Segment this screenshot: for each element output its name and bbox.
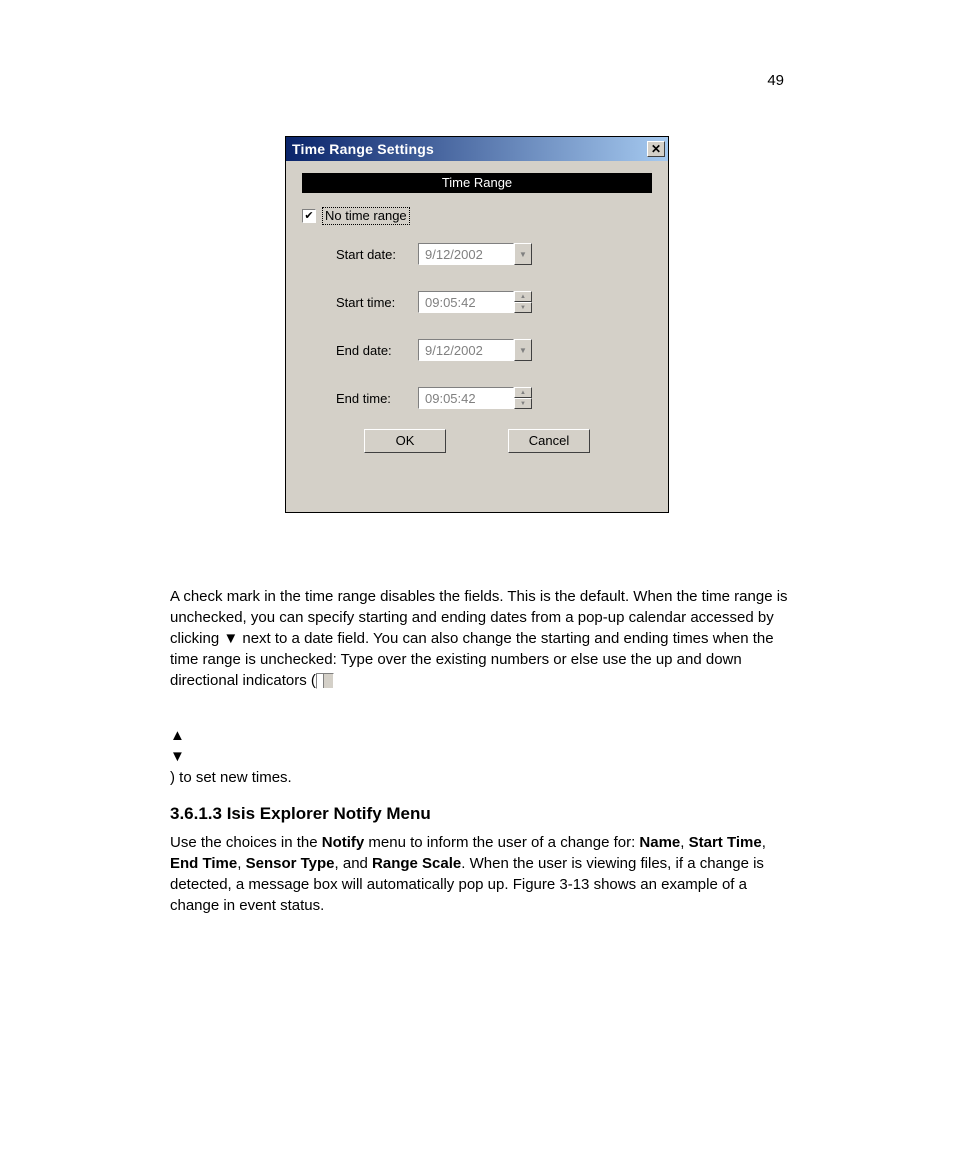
bold-end-time: End Time — [170, 855, 237, 872]
cancel-button[interactable]: Cancel — [508, 429, 590, 453]
paragraph-time-range: A check mark in the time range disables … — [170, 586, 790, 691]
start-date-label: Start date: — [336, 247, 418, 262]
titlebar-text: Time Range Settings — [292, 141, 434, 157]
start-time-field[interactable]: 09:05:42 — [418, 291, 514, 313]
spinner-up-icon[interactable]: ▲ — [514, 387, 532, 398]
paragraph-notify: Use the choices in the Notify menu to in… — [170, 832, 790, 916]
end-date-label: End date: — [336, 343, 418, 358]
text: menu to inform the user of a change for: — [364, 834, 639, 851]
section-heading: 3.6.1.3 Isis Explorer Notify Menu — [170, 803, 790, 824]
no-time-range-checkbox[interactable]: ✔ — [302, 209, 316, 223]
text: ) to set new times. — [170, 769, 292, 786]
text: , — [680, 834, 688, 851]
page-number: 49 — [767, 72, 784, 89]
text: A check mark in the time range disables … — [170, 588, 788, 689]
bold-sensor-type: Sensor Type — [246, 855, 335, 872]
spinner-inline-icon — [316, 673, 334, 689]
ok-button[interactable]: OK — [364, 429, 446, 453]
section-header: Time Range — [302, 173, 652, 193]
chevron-down-icon[interactable]: ▼ — [514, 243, 532, 265]
document-body: A check mark in the time range disables … — [170, 586, 790, 916]
bold-notify: Notify — [322, 834, 365, 851]
end-time-field[interactable]: 09:05:42 — [418, 387, 514, 409]
bold-start-time: Start Time — [689, 834, 762, 851]
chevron-down-icon[interactable]: ▼ — [514, 339, 532, 361]
no-time-range-label: No time range — [322, 207, 410, 225]
text: Use the choices in the — [170, 834, 322, 851]
spinner-down-icon[interactable]: ▼ — [514, 398, 532, 409]
spinner-down-icon[interactable]: ▼ — [514, 302, 532, 313]
text: , — [237, 855, 245, 872]
end-time-label: End time: — [336, 391, 418, 406]
close-icon[interactable]: ✕ — [647, 141, 665, 157]
spinner-up-icon[interactable]: ▲ — [514, 291, 532, 302]
text: , and — [335, 855, 373, 872]
bold-name: Name — [639, 834, 680, 851]
titlebar: Time Range Settings ✕ — [286, 137, 668, 161]
start-date-field[interactable]: 9/12/2002 — [418, 243, 514, 265]
end-date-field[interactable]: 9/12/2002 — [418, 339, 514, 361]
start-time-label: Start time: — [336, 295, 418, 310]
text: , — [762, 834, 766, 851]
bold-range-scale: Range Scale — [372, 855, 461, 872]
time-range-settings-dialog: Time Range Settings ✕ Time Range ✔ No ti… — [285, 136, 669, 513]
